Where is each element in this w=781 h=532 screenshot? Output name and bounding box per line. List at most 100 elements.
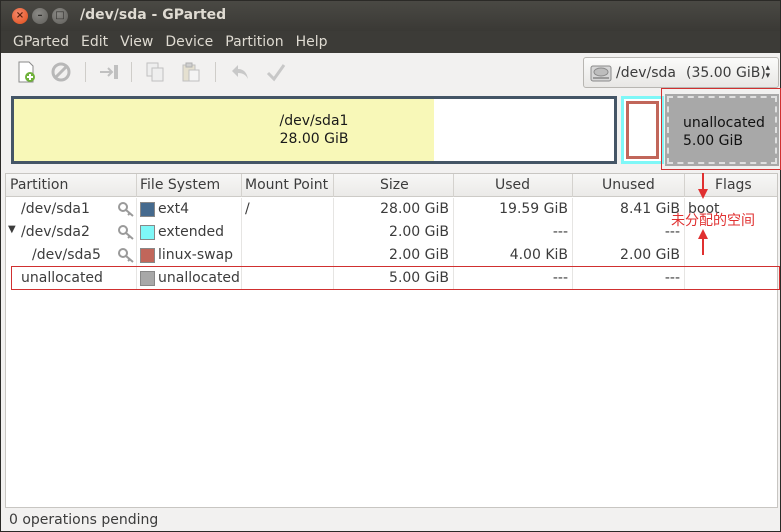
cell-separator <box>136 198 137 221</box>
cell-size: 28.00 GiB <box>380 201 449 217</box>
column-separator <box>684 174 685 197</box>
header-mount-point[interactable]: Mount Point <box>245 177 328 193</box>
cell-separator <box>453 198 454 221</box>
diskmap-partition-sda1[interactable]: /dev/sda1 28.00 GiB <box>11 96 617 164</box>
cell-separator <box>453 244 454 267</box>
apply-icon <box>266 64 286 82</box>
resize-move-icon <box>100 65 118 79</box>
cell-used: --- <box>552 224 568 240</box>
annotation-label: 未分配的空间 <box>671 213 755 229</box>
cell-separator <box>572 221 573 244</box>
cell-separator <box>241 244 242 267</box>
cell-separator <box>333 244 334 267</box>
header-flags[interactable]: Flags <box>715 177 752 193</box>
header-size[interactable]: Size <box>380 177 409 193</box>
menu-partition[interactable]: Partition <box>219 34 289 50</box>
annotation-arrow-down-icon <box>698 173 708 199</box>
hard-disk-icon <box>590 65 612 81</box>
paste-icon <box>182 62 200 82</box>
new-icon <box>18 61 35 83</box>
toolbar-separator <box>85 62 86 82</box>
diskmap-sda1-size: 28.00 GiB <box>279 131 349 147</box>
status-text: 0 operations pending <box>9 512 159 528</box>
cell-mount-point: / <box>245 201 250 217</box>
header-partition[interactable]: Partition <box>10 177 68 193</box>
filesystem-color-swatch <box>140 225 155 240</box>
key-icon <box>118 202 134 217</box>
column-separator <box>241 174 242 197</box>
cell-separator <box>453 221 454 244</box>
annotation-arrow-up-icon <box>698 229 708 255</box>
annotation-highlight-row <box>11 266 780 290</box>
gparted-window: × – □ /dev/sda - GParted GParted Edit Vi… <box>0 0 781 532</box>
cell-partition: /dev/sda5 <box>32 247 101 263</box>
table-row[interactable]: /dev/sda5 linux-swap 2.00 GiB 4.00 KiB 2… <box>6 244 777 267</box>
cell-file-system: extended <box>158 224 225 240</box>
undo-icon <box>232 65 248 79</box>
diskmap-sda1-name: /dev/sda1 <box>279 113 349 129</box>
partition-table: Partition File System Mount Point Size U… <box>5 173 778 508</box>
column-separator <box>453 174 454 197</box>
key-icon <box>118 225 134 240</box>
diskmap-sda1-used-area <box>14 99 434 161</box>
undo-button[interactable] <box>228 60 252 84</box>
key-icon <box>118 248 134 263</box>
header-used[interactable]: Used <box>495 177 530 193</box>
cell-unused: 8.41 GiB <box>620 201 680 217</box>
cell-used: 19.59 GiB <box>499 201 568 217</box>
menu-gparted[interactable]: GParted <box>7 34 75 50</box>
apply-button[interactable] <box>264 60 288 84</box>
toolbar-separator <box>215 62 216 82</box>
paste-button[interactable] <box>179 60 203 84</box>
device-selector[interactable]: /dev/sda (35.00 GiB) ▴ ▾ <box>583 57 779 88</box>
filesystem-color-swatch <box>140 248 155 263</box>
menu-bar: GParted Edit View Device Partition Help <box>1 31 780 53</box>
cell-separator <box>241 221 242 244</box>
column-separator <box>333 174 334 197</box>
new-partition-button[interactable] <box>14 60 38 84</box>
header-unused[interactable]: Unused <box>602 177 655 193</box>
cell-size: 2.00 GiB <box>389 224 449 240</box>
menu-device[interactable]: Device <box>159 34 219 50</box>
delete-icon <box>51 62 71 82</box>
cell-separator <box>572 244 573 267</box>
copy-icon <box>146 62 164 82</box>
header-file-system[interactable]: File System <box>140 177 220 193</box>
delete-partition-button[interactable] <box>49 60 73 84</box>
copy-button[interactable] <box>143 60 167 84</box>
device-name: /dev/sda <box>616 64 676 81</box>
cell-file-system: linux-swap <box>158 247 234 263</box>
cell-unused: 2.00 GiB <box>620 247 680 263</box>
device-size: (35.00 GiB) <box>685 64 766 81</box>
resize-move-button[interactable] <box>97 60 121 84</box>
cell-unused: --- <box>664 224 680 240</box>
chevron-updown-icon: ▴ ▾ <box>765 63 770 81</box>
maximize-window-button[interactable]: □ <box>52 8 68 24</box>
cell-separator <box>333 221 334 244</box>
cell-separator <box>136 221 137 244</box>
table-row[interactable]: /dev/sda1 ext4 / 28.00 GiB 19.59 GiB 8.4… <box>6 198 777 221</box>
menu-view[interactable]: View <box>114 34 159 50</box>
menu-edit[interactable]: Edit <box>75 34 114 50</box>
cell-separator <box>684 244 685 267</box>
close-window-button[interactable]: × <box>12 8 28 24</box>
minimize-window-button[interactable]: – <box>32 8 48 24</box>
cell-separator <box>333 198 334 221</box>
table-header: Partition File System Mount Point Size U… <box>6 174 777 197</box>
status-bar: 0 operations pending <box>1 509 780 531</box>
cell-used: 4.00 KiB <box>509 247 568 263</box>
cell-partition: /dev/sda2 <box>21 224 90 240</box>
expander-arrow-icon[interactable]: ▼ <box>8 224 16 235</box>
column-separator <box>572 174 573 197</box>
toolbar-separator <box>131 62 132 82</box>
diskmap-partition-sda5[interactable] <box>626 101 659 159</box>
window-title: /dev/sda - GParted <box>80 7 227 23</box>
menu-help[interactable]: Help <box>290 34 334 50</box>
annotation-highlight-diskmap <box>661 88 781 170</box>
cell-separator <box>136 244 137 267</box>
table-row[interactable]: ▼ /dev/sda2 extended 2.00 GiB --- --- <box>6 221 777 244</box>
title-bar: × – □ /dev/sda - GParted <box>1 1 780 31</box>
cell-file-system: ext4 <box>158 201 190 217</box>
diskmap-partition-extended[interactable] <box>621 96 664 164</box>
cell-size: 2.00 GiB <box>389 247 449 263</box>
